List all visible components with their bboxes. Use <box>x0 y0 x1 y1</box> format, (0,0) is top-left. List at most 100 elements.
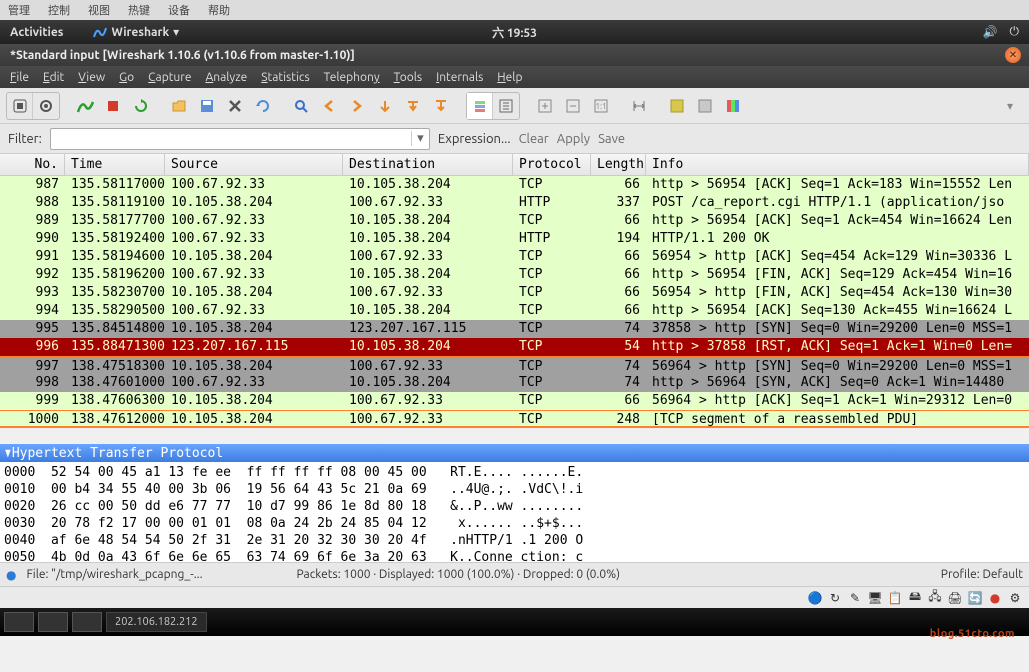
activities-button[interactable]: Activities <box>10 26 63 39</box>
zoom-out-button[interactable] <box>560 93 586 119</box>
tray-icon[interactable]: 🔄 <box>967 590 983 606</box>
table-row[interactable]: 988135.5811910010.105.38.204100.67.92.33… <box>0 194 1029 212</box>
tray-icon[interactable]: ⚙ <box>1007 590 1023 606</box>
go-back-button[interactable] <box>316 93 342 119</box>
col-header-destination[interactable]: Destination <box>343 154 513 175</box>
zoom-reset-button[interactable]: 1:1 <box>588 93 614 119</box>
capture-filters-button[interactable] <box>664 93 690 119</box>
options-button[interactable] <box>33 93 59 119</box>
table-row[interactable]: 998138.47601000100.67.92.3310.105.38.204… <box>0 374 1029 392</box>
go-first-button[interactable] <box>400 93 426 119</box>
clock[interactable]: 六 19:53 <box>492 24 537 41</box>
prefs-button[interactable]: ▾ <box>997 93 1023 119</box>
vm-menu-item[interactable]: 热键 <box>128 2 150 18</box>
tray-icon[interactable]: 🖧 <box>927 590 943 606</box>
menu-item[interactable]: Analyze <box>205 71 247 84</box>
app-menu[interactable]: Wireshark▾ <box>93 25 179 39</box>
menu-item[interactable]: Tools <box>394 71 423 84</box>
go-forward-button[interactable] <box>344 93 370 119</box>
menu-item[interactable]: Edit <box>43 71 64 84</box>
table-row[interactable]: 993135.5823070010.105.38.204100.67.92.33… <box>0 284 1029 302</box>
save-button[interactable] <box>194 93 220 119</box>
tray-icon[interactable]: 🖥 <box>867 590 883 606</box>
go-last-button[interactable] <box>428 93 454 119</box>
table-row[interactable]: 997138.4751830010.105.38.204100.67.92.33… <box>0 356 1029 374</box>
vm-menu-item[interactable]: 帮助 <box>208 2 230 18</box>
table-row[interactable]: 989135.58177700100.67.92.3310.105.38.204… <box>0 212 1029 230</box>
menu-item[interactable]: File <box>10 71 29 84</box>
col-header-info[interactable]: Info <box>646 154 1029 175</box>
coloring-rules-button[interactable] <box>720 93 746 119</box>
restart-capture-button[interactable] <box>128 93 154 119</box>
filter-input-combo[interactable]: ▾ <box>50 128 430 150</box>
col-header-time[interactable]: Time <box>65 154 165 175</box>
open-button[interactable] <box>166 93 192 119</box>
apply-button[interactable]: Apply <box>557 132 590 146</box>
table-row[interactable]: 995135.8451480010.105.38.204123.207.167.… <box>0 320 1029 338</box>
col-header-no[interactable]: No. <box>0 154 65 175</box>
col-header-protocol[interactable]: Protocol <box>513 154 591 175</box>
vm-menu-item[interactable]: 管理 <box>8 2 30 18</box>
volume-icon[interactable]: 🔊 <box>983 25 998 39</box>
menu-item[interactable]: Statistics <box>261 71 309 84</box>
start-capture-button[interactable] <box>72 93 98 119</box>
filter-input[interactable] <box>51 132 411 146</box>
save-filter-button[interactable]: Save <box>598 132 625 146</box>
display-filters-button[interactable] <box>692 93 718 119</box>
tray-icon[interactable]: ● <box>987 590 1003 606</box>
vm-menu-item[interactable]: 视图 <box>88 2 110 18</box>
tray-icon[interactable]: 📋 <box>887 590 903 606</box>
expression-button[interactable]: Expression... <box>438 132 511 146</box>
status-bar: ● File: "/tmp/wireshark_pcapng_-... Pack… <box>0 562 1029 586</box>
status-packets: Packets: 1000 · Displayed: 1000 (100.0%)… <box>296 568 620 581</box>
taskbar-thumb[interactable] <box>72 612 102 632</box>
col-header-source[interactable]: Source <box>165 154 343 175</box>
tray-icon[interactable]: 🖨 <box>947 590 963 606</box>
menu-item[interactable]: Telephony <box>324 71 380 84</box>
close-button[interactable] <box>222 93 248 119</box>
interfaces-button[interactable] <box>7 93 33 119</box>
colorize-button[interactable] <box>467 93 493 119</box>
table-row[interactable]: 996135.88471300123.207.167.11510.105.38.… <box>0 338 1029 356</box>
chevron-down-icon[interactable]: ▾ <box>411 131 429 146</box>
menu-item[interactable]: Internals <box>436 71 483 84</box>
stop-capture-button[interactable] <box>100 93 126 119</box>
menu-item[interactable]: Help <box>497 71 522 84</box>
clear-button[interactable]: Clear <box>519 132 549 146</box>
tray-icon[interactable]: 🖴 <box>907 590 923 606</box>
window-title-text: *Standard input [Wireshark 1.10.6 (v1.10… <box>10 49 355 62</box>
auto-scroll-button[interactable] <box>493 93 519 119</box>
table-row[interactable]: 987135.58117000100.67.92.3310.105.38.204… <box>0 176 1029 194</box>
status-bullet-icon[interactable]: ● <box>6 568 16 582</box>
taskbar-thumb[interactable] <box>4 612 34 632</box>
expand-triangle-icon[interactable]: ▼ <box>5 446 10 461</box>
table-row[interactable]: 994135.58290500100.67.92.3310.105.38.204… <box>0 302 1029 320</box>
status-profile[interactable]: Profile: Default <box>941 568 1023 581</box>
table-row[interactable]: 991135.5819460010.105.38.204100.67.92.33… <box>0 248 1029 266</box>
power-icon[interactable]: ⏻ <box>1010 25 1020 39</box>
table-row[interactable]: 999138.4760630010.105.38.204100.67.92.33… <box>0 392 1029 410</box>
packet-details-pane[interactable]: ▼Hypertext Transfer Protocol <box>0 444 1029 462</box>
find-button[interactable] <box>288 93 314 119</box>
vm-menu-item[interactable]: 设备 <box>168 2 190 18</box>
vm-menu-item[interactable]: 控制 <box>48 2 70 18</box>
go-to-button[interactable] <box>372 93 398 119</box>
packet-list[interactable]: 987135.58117000100.67.92.3310.105.38.204… <box>0 176 1029 444</box>
menu-item[interactable]: Go <box>119 71 134 84</box>
table-row[interactable]: 992135.58196200100.67.92.3310.105.38.204… <box>0 266 1029 284</box>
menu-item[interactable]: Capture <box>148 71 191 84</box>
tray-icon[interactable]: ✎ <box>847 590 863 606</box>
col-header-length[interactable]: Length <box>591 154 646 175</box>
table-row[interactable]: 1000138.4761200010.105.38.204100.67.92.3… <box>0 410 1029 428</box>
resize-columns-button[interactable] <box>626 93 652 119</box>
taskbar-item[interactable]: 202.106.182.212 <box>106 612 207 632</box>
zoom-in-button[interactable] <box>532 93 558 119</box>
tray-icon[interactable]: 🔵 <box>807 590 823 606</box>
taskbar-thumb[interactable] <box>38 612 68 632</box>
menu-item[interactable]: View <box>78 71 105 84</box>
tray-icon[interactable]: ↻ <box>827 590 843 606</box>
reload-button[interactable] <box>250 93 276 119</box>
packet-bytes-pane[interactable]: 0000 52 54 00 45 a1 13 fe ee ff ff ff ff… <box>0 462 1029 562</box>
table-row[interactable]: 990135.58192400100.67.92.3310.105.38.204… <box>0 230 1029 248</box>
close-icon[interactable]: ✕ <box>1005 47 1021 63</box>
